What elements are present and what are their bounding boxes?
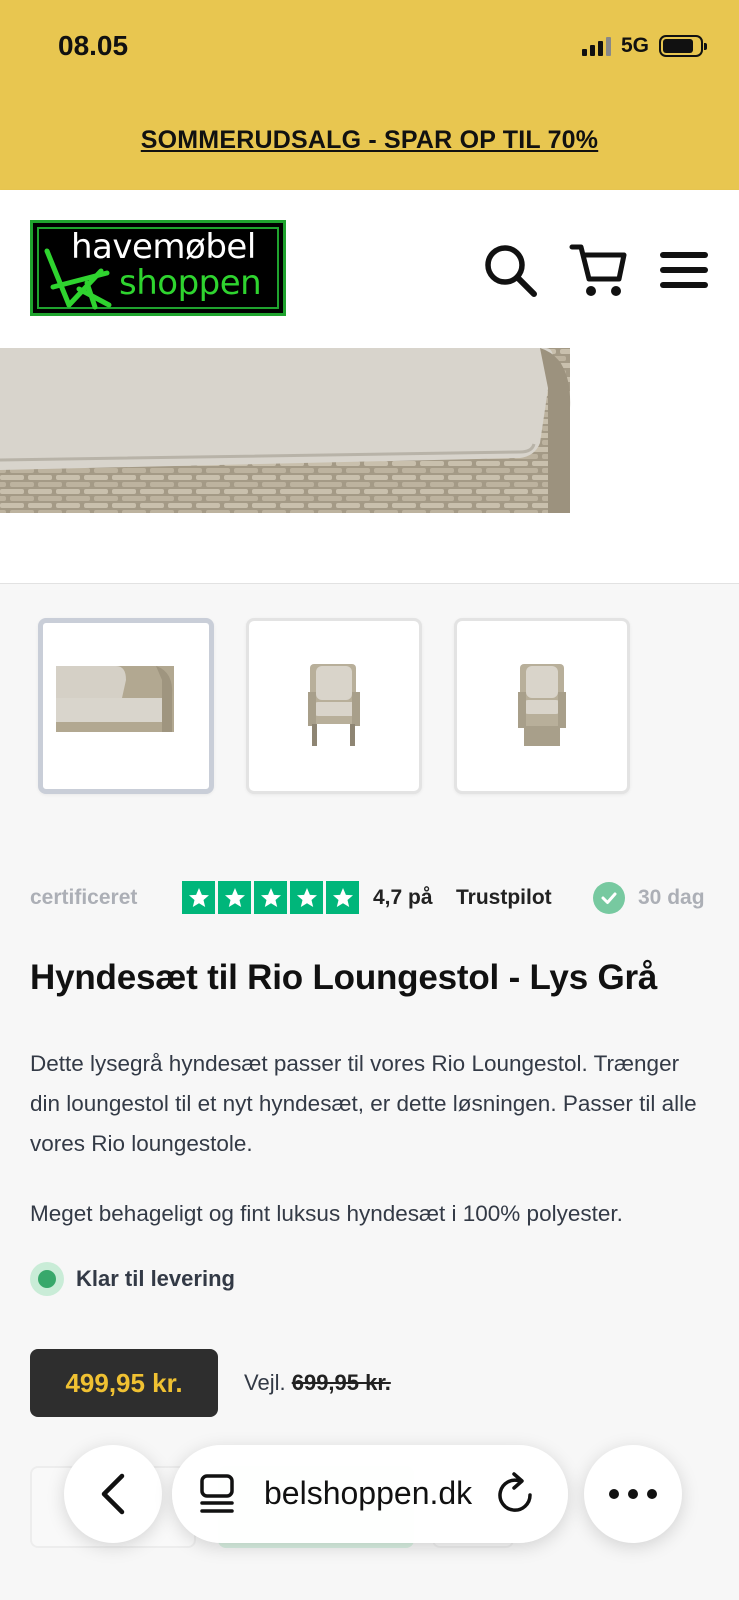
product-description: Dette lysegrå hyndesæt passer til vores … — [30, 1051, 697, 1156]
status-indicators: 5G — [581, 34, 707, 58]
check-icon — [593, 882, 625, 914]
rrp-value: 699,95 kr. — [291, 1370, 391, 1395]
battery-icon — [659, 35, 707, 57]
thumbnail-2-image — [308, 664, 360, 746]
trust-fragment-left: certificeret — [30, 886, 138, 909]
logo-text-line2: shoppen — [119, 263, 262, 303]
search-icon — [485, 245, 537, 297]
product-image-art — [0, 348, 571, 513]
cart-button[interactable] — [568, 240, 628, 300]
promo-link[interactable]: SOMMERUDSALG - SPAR OP TIL 70% — [141, 126, 598, 155]
trust-bar: certificeret 4,7 på Trustpilot 30 dag — [0, 878, 739, 918]
star-icon — [218, 881, 251, 914]
status-bar: 08.05 5G — [0, 0, 739, 90]
back-button[interactable] — [64, 1445, 162, 1543]
search-button[interactable] — [480, 240, 540, 300]
stock-label: Klar til levering — [76, 1266, 235, 1291]
thumbnail-1-image — [56, 666, 174, 732]
logo-text-line1: havemøbel — [71, 227, 256, 267]
product-main-image[interactable] — [0, 348, 739, 584]
thumbnail-strip — [38, 618, 630, 794]
trustpilot-rating: 4,7 på — [373, 886, 433, 909]
star-icon — [290, 881, 323, 914]
star-icon — [254, 881, 287, 914]
star-icon — [182, 881, 215, 914]
site-logo[interactable]: havemøbel shoppen — [30, 220, 286, 316]
product-title: Hyndesæt til Rio Loungestol - Lys Grå — [30, 958, 658, 997]
reload-icon[interactable] — [494, 1471, 538, 1517]
thumbnail-3-image — [518, 664, 566, 746]
menu-icon — [660, 252, 708, 288]
star-icon — [326, 881, 359, 914]
menu-button[interactable] — [654, 240, 714, 300]
rrp-price: Vejl. 699,95 kr. — [244, 1370, 391, 1396]
trust-fragment-right: 30 dag — [638, 886, 705, 909]
trustpilot-name[interactable]: Trustpilot — [456, 886, 552, 910]
product-price: 499,95 kr. — [65, 1367, 183, 1398]
product-description-material: Meget behageligt og fint luksus hyndesæt… — [30, 1201, 623, 1226]
in-stock-icon — [30, 1262, 64, 1296]
price-badge: 499,95 kr. — [30, 1349, 218, 1417]
signal-icon — [581, 36, 611, 56]
more-button[interactable] — [584, 1445, 682, 1543]
url-text[interactable]: belshoppen.dk — [264, 1475, 472, 1512]
address-bar[interactable]: belshoppen.dk — [172, 1445, 568, 1543]
stock-status: Klar til levering — [30, 1262, 235, 1296]
status-time: 08.05 — [58, 30, 129, 61]
rrp-prefix: Vejl. — [244, 1370, 286, 1395]
cart-icon — [569, 244, 627, 296]
thumbnail-3[interactable] — [454, 618, 630, 794]
network-label: 5G — [620, 34, 649, 57]
trustpilot-stars — [182, 881, 359, 914]
thumbnail-1[interactable] — [38, 618, 214, 794]
site-header: havemøbel shoppen — [0, 190, 739, 348]
tabs-icon[interactable] — [198, 1473, 238, 1515]
more-icon — [609, 1489, 657, 1499]
promo-banner[interactable]: SOMMERUDSALG - SPAR OP TIL 70% — [0, 90, 739, 190]
thumbnail-2[interactable] — [246, 618, 422, 794]
back-icon — [101, 1473, 125, 1515]
